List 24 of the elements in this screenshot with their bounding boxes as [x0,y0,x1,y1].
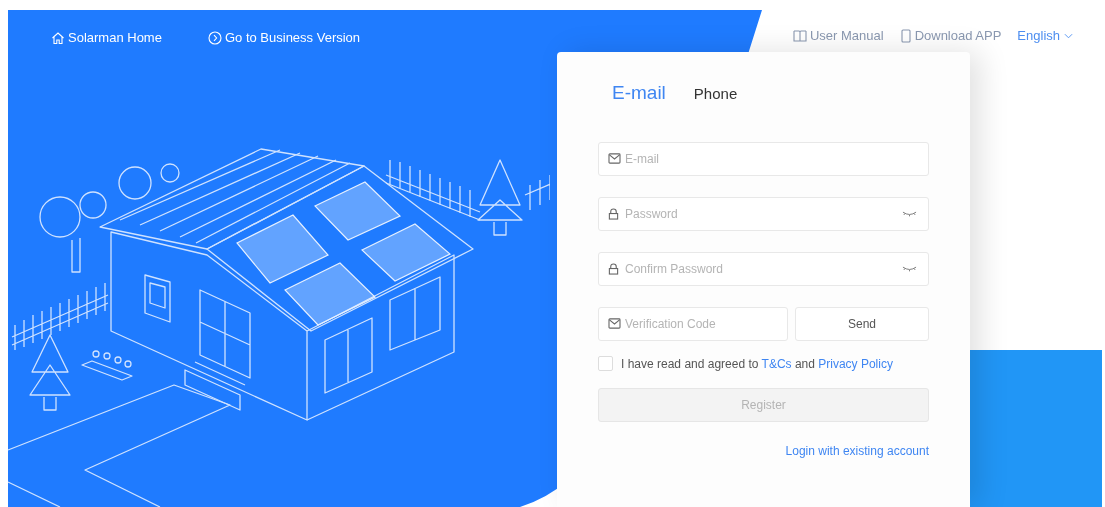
input-field[interactable]: Confirm Password [598,252,929,286]
chevron-down-icon [1064,32,1073,39]
closed-eye-icon [902,211,917,217]
send-button[interactable]: Send [795,307,929,341]
checkbox[interactable] [598,356,613,371]
input-field[interactable]: E-mail [598,142,929,176]
chevron-circle-icon [207,30,222,45]
terms-link[interactable]: T&Cs [761,356,792,371]
agreement-text: I have read and agreed to T&Cs and Privacy Policy [621,356,893,371]
input-field[interactable]: Password [598,197,929,231]
privacy-policy-link[interactable]: Privacy Policy [818,356,893,371]
user-manual-link[interactable]: User Manual [792,28,884,43]
business-version-link[interactable]: Go to Business Version [207,30,361,45]
home-icon [51,30,65,45]
home-link[interactable]: Solarman Home [51,30,162,45]
phone-icon [899,28,912,43]
language-dropdown[interactable]: English [1017,28,1073,43]
input-field[interactable]: Verification Code [598,307,788,341]
login-link[interactable]: Login with existing account [785,444,929,458]
download-app-link[interactable]: Download APP [899,28,1002,43]
closed-eye-icon [902,266,917,272]
book-icon [792,28,807,43]
tab[interactable]: Phone [693,85,738,102]
tab[interactable]: E-mail [612,82,666,104]
